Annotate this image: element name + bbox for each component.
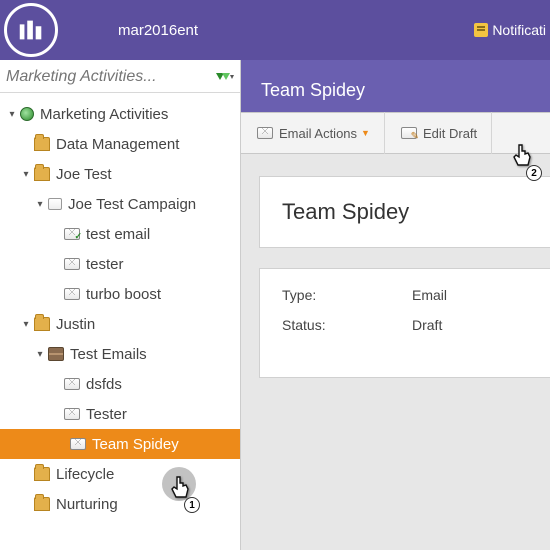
notifications-icon	[474, 23, 488, 37]
tree-label: Team Spidey	[92, 436, 179, 453]
tree-item-tester[interactable]: tester	[6, 249, 240, 279]
folder-icon	[34, 167, 50, 181]
email-icon	[64, 408, 80, 420]
tree-label: Data Management	[56, 136, 179, 153]
tree-label: Joe Test	[56, 166, 112, 183]
email-icon	[64, 378, 80, 390]
email-icon	[64, 258, 80, 270]
search-row	[0, 60, 240, 93]
collapse-icon[interactable]: ▾	[20, 319, 32, 330]
globe-icon	[20, 107, 34, 121]
button-label: Email Actions	[279, 126, 357, 141]
edit-draft-button[interactable]: Edit Draft	[385, 112, 492, 154]
tree-item-dsfds[interactable]: dsfds	[6, 369, 240, 399]
tree-item-turbo-boost[interactable]: turbo boost	[6, 279, 240, 309]
tree-label: Nurturing	[56, 496, 118, 513]
tree-item-nurturing[interactable]: Nurturing	[6, 489, 240, 519]
search-input[interactable]	[6, 68, 214, 86]
toolbar: Email Actions ▼ Edit Draft	[241, 112, 550, 154]
email-approved-icon	[64, 228, 80, 240]
tree-item-joe-test[interactable]: ▾ Joe Test	[6, 159, 240, 189]
tree-root[interactable]: ▾ Marketing Activities	[6, 99, 240, 129]
folder-icon	[34, 137, 50, 151]
notifications-label: Notificati	[492, 22, 546, 38]
tree-item-data-management[interactable]: Data Management	[6, 129, 240, 159]
detail-key-type: Type:	[282, 287, 412, 303]
detail-value-status: Draft	[412, 317, 442, 333]
tree-item-test-email[interactable]: test email	[6, 219, 240, 249]
title-panel: Team Spidey	[259, 176, 550, 248]
campaign-icon	[48, 198, 62, 210]
folder-icon	[34, 317, 50, 331]
main-panel: Team Spidey Email Actions ▼ Edit Draft T…	[241, 60, 550, 550]
tree-item-team-spidey[interactable]: Team Spidey	[0, 429, 240, 459]
tree-label: Joe Test Campaign	[68, 196, 196, 213]
marketo-logo-icon	[16, 15, 46, 45]
tree-label: tester	[86, 256, 124, 273]
tree-item-joe-test-campaign[interactable]: ▾ Joe Test Campaign	[6, 189, 240, 219]
tree-item-test-emails[interactable]: ▾ Test Emails	[6, 339, 240, 369]
asset-title: Team Spidey	[282, 199, 536, 225]
program-icon	[48, 347, 64, 361]
tree-item-tester2[interactable]: Tester	[6, 399, 240, 429]
tree-item-lifecycle[interactable]: Lifecycle	[6, 459, 240, 489]
collapse-icon[interactable]: ▾	[34, 199, 46, 210]
detail-value-type: Email	[412, 287, 447, 303]
button-label: Edit Draft	[423, 126, 477, 141]
tree-label: test email	[86, 226, 150, 243]
org-name: mar2016ent	[118, 22, 198, 39]
folder-icon	[34, 497, 50, 511]
app-logo	[4, 3, 58, 57]
folder-icon	[34, 467, 50, 481]
tree-item-justin[interactable]: ▾ Justin	[6, 309, 240, 339]
detail-key-status: Status:	[282, 317, 412, 333]
tree-label: Lifecycle	[56, 466, 114, 483]
filter-dropdown-icon[interactable]	[214, 70, 234, 84]
email-icon	[257, 127, 273, 139]
collapse-icon[interactable]: ▾	[6, 109, 18, 120]
tree-label: dsfds	[86, 376, 122, 393]
notifications-link[interactable]: Notificati	[474, 22, 550, 38]
tree-label: Justin	[56, 316, 95, 333]
tree-label: Marketing Activities	[40, 106, 168, 123]
email-actions-button[interactable]: Email Actions ▼	[241, 112, 385, 154]
email-icon	[64, 288, 80, 300]
tab-bar: Team Spidey Email Actions ▼ Edit Draft	[241, 60, 550, 154]
details-panel: Type: Email Status: Draft	[259, 268, 550, 378]
app-header: mar2016ent Notificati	[0, 0, 550, 60]
collapse-icon[interactable]: ▾	[20, 169, 32, 180]
tab-title: Team Spidey	[261, 80, 365, 101]
tree-label: Test Emails	[70, 346, 147, 363]
nav-tree: ▾ Marketing Activities Data Management ▾…	[0, 93, 240, 550]
collapse-icon[interactable]: ▾	[34, 349, 46, 360]
dropdown-icon: ▼	[361, 128, 370, 138]
edit-draft-icon	[401, 127, 417, 139]
tree-label: Tester	[86, 406, 127, 423]
email-icon	[70, 438, 86, 450]
sidebar: ▾ Marketing Activities Data Management ▾…	[0, 60, 241, 550]
tree-label: turbo boost	[86, 286, 161, 303]
